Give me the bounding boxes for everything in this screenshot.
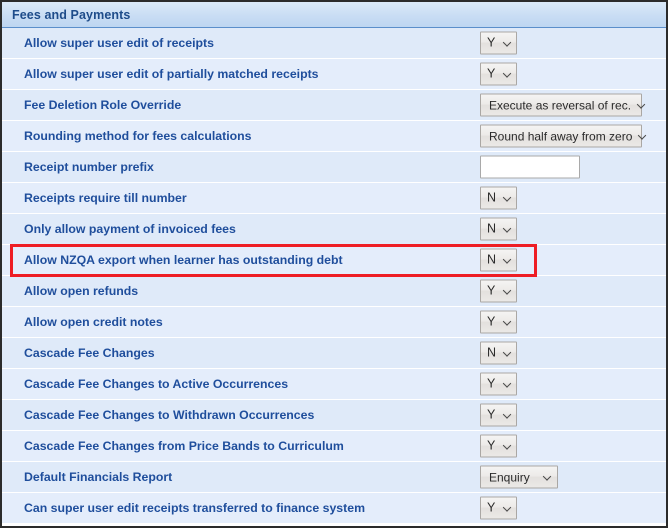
setting-label: Rounding method for fees calculations (24, 129, 252, 143)
chevron-down-icon (503, 349, 512, 358)
setting-control: Y (480, 403, 517, 427)
settings-row-list: Allow super user edit of receipts Y Allow … (2, 28, 666, 524)
setting-dropdown[interactable]: Y (480, 434, 517, 458)
dropdown-value: N (487, 190, 497, 205)
setting-control (480, 155, 580, 179)
setting-label: Allow open refunds (24, 284, 139, 298)
setting-dropdown[interactable]: N (480, 248, 517, 272)
chevron-down-icon (503, 70, 512, 79)
setting-label: Only allow payment of invoiced fees (24, 222, 236, 236)
table-row: Allow super user edit of receipts Y (2, 28, 666, 59)
table-row: Allow NZQA export when learner has outst… (2, 245, 666, 276)
setting-dropdown[interactable]: Y (480, 310, 517, 334)
dropdown-value: Y (487, 314, 496, 329)
section-header-title: Fees and Payments (12, 7, 131, 22)
setting-control: N (480, 341, 517, 365)
dropdown-value: Y (487, 407, 496, 422)
setting-control: N (480, 248, 517, 272)
setting-control: N (480, 186, 517, 210)
chevron-down-icon (543, 473, 552, 482)
setting-control: Y (480, 62, 517, 86)
setting-label: Cascade Fee Changes to Active Occurrence… (24, 377, 289, 391)
table-row: Fee Deletion Role Override Execute as rev… (2, 90, 666, 121)
dropdown-value: Execute as reversal of rec. (489, 98, 632, 112)
dropdown-value: Y (487, 438, 496, 453)
table-row: Can super user edit receipts transferred… (2, 493, 666, 524)
setting-dropdown[interactable]: Execute as reversal of rec. (480, 93, 642, 117)
setting-label: Cascade Fee Changes from Price Bands to … (24, 439, 344, 453)
dropdown-value: N (487, 221, 497, 236)
dropdown-value: N (487, 252, 497, 267)
setting-label: Receipts require till number (24, 191, 187, 205)
setting-dropdown[interactable]: Y (480, 403, 517, 427)
chevron-down-icon (503, 411, 512, 420)
setting-dropdown[interactable]: Y (480, 496, 517, 520)
setting-label: Allow super user edit of partially match… (24, 67, 319, 81)
setting-label: Allow super user edit of receipts (24, 36, 214, 50)
setting-control: Y (480, 496, 517, 520)
setting-dropdown[interactable]: N (480, 186, 517, 210)
fees-and-payments-panel: Fees and Payments Allow super user edit … (0, 0, 668, 528)
receipt-number-prefix-input[interactable] (480, 155, 580, 179)
chevron-down-icon (638, 132, 647, 141)
setting-control: Enquiry (480, 465, 558, 489)
table-row: Allow super user edit of partially match… (2, 59, 666, 90)
dropdown-value: Y (487, 66, 496, 81)
setting-dropdown[interactable]: N (480, 217, 517, 241)
setting-label: Allow open credit notes (24, 315, 163, 329)
dropdown-value: Y (487, 500, 496, 515)
table-row: Cascade Fee Changes from Price Bands to … (2, 431, 666, 462)
setting-control: Execute as reversal of rec. (480, 93, 642, 117)
chevron-down-icon (503, 225, 512, 234)
table-row: Rounding method for fees calculations Rou… (2, 121, 666, 152)
setting-label: Cascade Fee Changes (24, 346, 155, 360)
setting-label: Allow NZQA export when learner has outst… (24, 253, 343, 267)
chevron-down-icon (503, 194, 512, 203)
setting-control: Y (480, 434, 517, 458)
dropdown-value: Y (487, 35, 496, 50)
table-row: Cascade Fee Changes N (2, 338, 666, 369)
setting-label: Receipt number prefix (24, 160, 154, 174)
setting-label: Can super user edit receipts transferred… (24, 501, 366, 515)
chevron-down-icon (503, 256, 512, 265)
setting-label: Fee Deletion Role Override (24, 98, 182, 112)
chevron-down-icon (503, 287, 512, 296)
chevron-down-icon (503, 380, 512, 389)
dropdown-value: Y (487, 376, 496, 391)
setting-control: Y (480, 31, 517, 55)
setting-dropdown[interactable]: Y (480, 62, 517, 86)
panel-inner: Fees and Payments Allow super user edit … (2, 2, 666, 526)
setting-dropdown[interactable]: Y (480, 372, 517, 396)
setting-label: Cascade Fee Changes to Withdrawn Occurre… (24, 408, 315, 422)
setting-dropdown[interactable]: Y (480, 31, 517, 55)
setting-dropdown[interactable]: N (480, 341, 517, 365)
dropdown-value: Enquiry (489, 470, 530, 484)
table-row: Receipt number prefix (2, 152, 666, 183)
dropdown-value: Round half away from zero (489, 129, 633, 143)
chevron-down-icon (503, 504, 512, 513)
setting-control: Y (480, 310, 517, 334)
table-row: Cascade Fee Changes to Active Occurrence… (2, 369, 666, 400)
setting-dropdown[interactable]: Round half away from zero (480, 124, 642, 148)
chevron-down-icon (503, 442, 512, 451)
setting-control: Y (480, 372, 517, 396)
chevron-down-icon (637, 101, 646, 110)
setting-control: Y (480, 279, 517, 303)
section-header: Fees and Payments (2, 2, 666, 28)
chevron-down-icon (503, 39, 512, 48)
dropdown-value: N (487, 345, 497, 360)
dropdown-value: Y (487, 283, 496, 298)
table-row: Allow open credit notes Y (2, 307, 666, 338)
chevron-down-icon (503, 318, 512, 327)
table-row: Default Financials Report Enquiry (2, 462, 666, 493)
setting-control: Round half away from zero (480, 124, 642, 148)
table-row: Cascade Fee Changes to Withdrawn Occurre… (2, 400, 666, 431)
setting-dropdown[interactable]: Enquiry (480, 465, 558, 489)
table-row: Allow open refunds Y (2, 276, 666, 307)
setting-label: Default Financials Report (24, 470, 173, 484)
setting-dropdown[interactable]: Y (480, 279, 517, 303)
table-row: Receipts require till number N (2, 183, 666, 214)
setting-control: N (480, 217, 517, 241)
table-row: Only allow payment of invoiced fees N (2, 214, 666, 245)
